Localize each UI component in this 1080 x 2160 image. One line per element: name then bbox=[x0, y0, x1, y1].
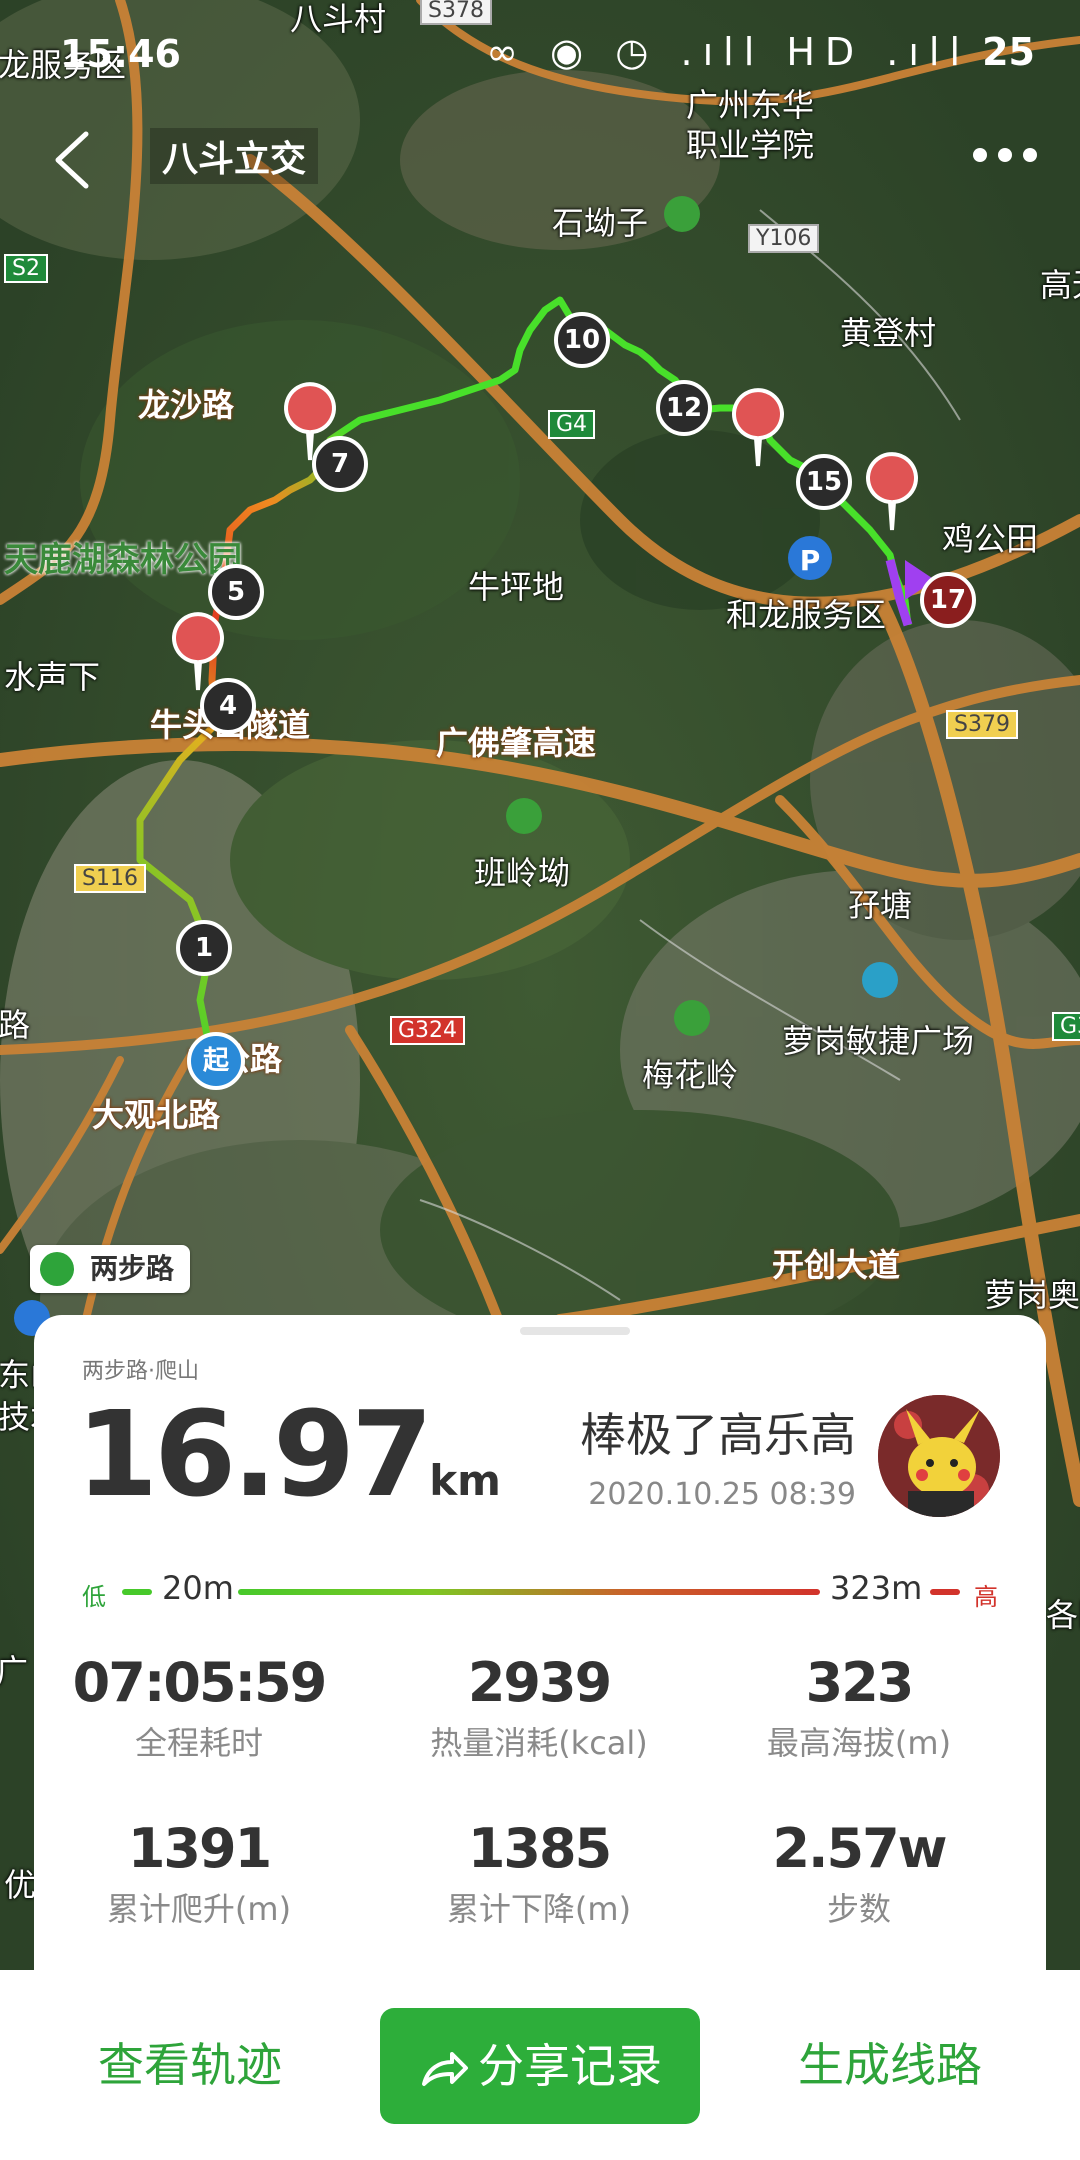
battery-level: 25 bbox=[982, 30, 1035, 74]
waypoint-marker[interactable]: 7 bbox=[312, 436, 368, 492]
stat-value: 2939 bbox=[467, 1651, 612, 1714]
make-route-button[interactable]: 生成线路 bbox=[760, 2010, 1020, 2120]
status-time: 15:46 bbox=[60, 32, 181, 76]
stat-label: 步数 bbox=[826, 1890, 891, 1928]
app-logo-icon bbox=[40, 1252, 74, 1286]
stat-duration: 07:05:59 全程耗时 bbox=[34, 1651, 364, 1764]
elevation-high-label: 高 bbox=[974, 1583, 998, 1611]
svg-text:P: P bbox=[800, 544, 821, 577]
drag-handle[interactable] bbox=[520, 1327, 630, 1335]
waypoint-marker[interactable]: 17 bbox=[920, 572, 976, 628]
map-label: 水声下 bbox=[4, 658, 101, 696]
map-label: G3 bbox=[1052, 1012, 1080, 1041]
map-label: 班岭坳 bbox=[474, 854, 571, 892]
stat-total-ascent: 1391 累计爬升(m) bbox=[34, 1817, 364, 1930]
elevation-min: 20m bbox=[162, 1569, 234, 1607]
stat-value: 2.57w bbox=[772, 1817, 947, 1880]
map-label: S379 bbox=[946, 710, 1018, 739]
elevation-range: 低 20m 323m 高 bbox=[82, 1567, 1002, 1617]
elevation-max: 323m bbox=[830, 1569, 923, 1607]
record-datetime: 2020.10.25 08:39 bbox=[588, 1477, 856, 1512]
back-arrow-icon[interactable] bbox=[48, 130, 98, 190]
stat-calories: 2939 热量消耗(kcal) bbox=[374, 1651, 704, 1764]
stat-label: 最高海拔(m) bbox=[766, 1724, 952, 1762]
distance-number: 16.97 bbox=[76, 1385, 433, 1523]
map-label: 高无 bbox=[1040, 266, 1080, 304]
stat-max-altitude: 323 最高海拔(m) bbox=[694, 1651, 1024, 1764]
stat-value: 323 bbox=[805, 1651, 915, 1714]
map-label: 石坳子 bbox=[552, 204, 649, 242]
map-label: 萝岗奥 bbox=[984, 1276, 1080, 1314]
map-label: 各区 bbox=[1046, 1596, 1080, 1634]
elevation-gradient-bar bbox=[238, 1589, 820, 1595]
status-bar: 15:46 ∞ ◉ ◷ .ıll HD .ıll 25 bbox=[0, 0, 1080, 110]
view-track-button[interactable]: 查看轨迹 bbox=[60, 2010, 320, 2120]
pikachu-avatar-icon bbox=[878, 1395, 1000, 1517]
stat-steps: 2.57w 步数 bbox=[694, 1817, 1024, 1930]
action-bar: 查看轨迹 分享记录 生成线路 bbox=[0, 1970, 1080, 2160]
stat-value: 07:05:59 bbox=[72, 1651, 328, 1714]
start-marker[interactable]: 起 bbox=[187, 1032, 245, 1090]
more-icon[interactable] bbox=[970, 135, 1040, 175]
map-label: 梅花岭 bbox=[642, 1056, 739, 1094]
map-label: 广佛肇高速 bbox=[436, 724, 597, 762]
stat-label: 累计下降(m) bbox=[446, 1890, 632, 1928]
stat-total-descent: 1385 累计下降(m) bbox=[374, 1817, 704, 1930]
waypoint-marker[interactable]: 12 bbox=[656, 380, 712, 436]
share-icon bbox=[422, 2051, 468, 2086]
brand-chip: 两步路 bbox=[30, 1245, 191, 1293]
brand-chip-label: 两步路 bbox=[90, 1252, 175, 1285]
map-label: 萝岗敏捷广场 bbox=[782, 1022, 975, 1060]
elevation-low-swatch bbox=[122, 1589, 152, 1595]
map-label: 黄登村 bbox=[840, 314, 937, 352]
stat-label: 全程耗时 bbox=[134, 1724, 263, 1762]
waypoint-marker[interactable]: 1 bbox=[176, 920, 232, 976]
map-label: 和龙服务区 bbox=[726, 596, 887, 634]
stat-value: 1391 bbox=[127, 1817, 272, 1880]
map-label: 鸡公田 bbox=[942, 520, 1039, 558]
map-label: 职业学院 bbox=[686, 126, 815, 164]
map-label: 孖塘 bbox=[848, 886, 913, 924]
stat-value: 1385 bbox=[467, 1817, 612, 1880]
map-label: 广 bbox=[0, 1652, 29, 1690]
avatar[interactable] bbox=[878, 1395, 1000, 1517]
activity-source: 两步路·爬山 bbox=[82, 1359, 199, 1384]
share-label: 分享记录 bbox=[478, 2039, 662, 2093]
map-label: Y106 bbox=[748, 224, 820, 253]
page-title: 八斗立交 bbox=[150, 128, 319, 184]
map-label: 大观北路 bbox=[92, 1096, 221, 1134]
username: 棒极了高乐高 bbox=[580, 1408, 856, 1462]
waypoint-marker[interactable]: 10 bbox=[554, 312, 610, 368]
map-label: G324 bbox=[390, 1016, 466, 1045]
elevation-high-swatch bbox=[930, 1589, 960, 1595]
waypoint-marker[interactable]: 15 bbox=[796, 454, 852, 510]
map-label: 天鹿湖森林公园 bbox=[4, 540, 242, 580]
stat-label: 累计爬升(m) bbox=[106, 1890, 292, 1928]
map-label: G4 bbox=[548, 410, 596, 439]
share-record-button[interactable]: 分享记录 bbox=[380, 2008, 700, 2124]
map-label: 开创大道 bbox=[772, 1246, 901, 1284]
waypoint-marker[interactable]: 5 bbox=[208, 564, 264, 620]
map-label: 龙沙路 bbox=[138, 386, 235, 424]
status-icons: ∞ ◉ ◷ .ıll HD .ıll bbox=[486, 30, 970, 74]
map-label: 牛坪地 bbox=[468, 568, 565, 606]
waypoint-marker[interactable]: 4 bbox=[200, 678, 256, 734]
map-label: S2 bbox=[4, 254, 48, 283]
distance-value: 16.97km bbox=[76, 1385, 501, 1523]
map-label: S116 bbox=[74, 864, 146, 893]
elevation-low-label: 低 bbox=[82, 1583, 106, 1611]
map-label: 优 bbox=[4, 1866, 37, 1904]
map-label: 路 bbox=[0, 1006, 31, 1044]
stat-label: 热量消耗(kcal) bbox=[430, 1724, 648, 1762]
distance-unit: km bbox=[429, 1456, 501, 1505]
summary-card: 两步路·爬山 16.97km 棒极了高乐高 2020.10.25 08:39 低… bbox=[34, 1315, 1046, 1975]
